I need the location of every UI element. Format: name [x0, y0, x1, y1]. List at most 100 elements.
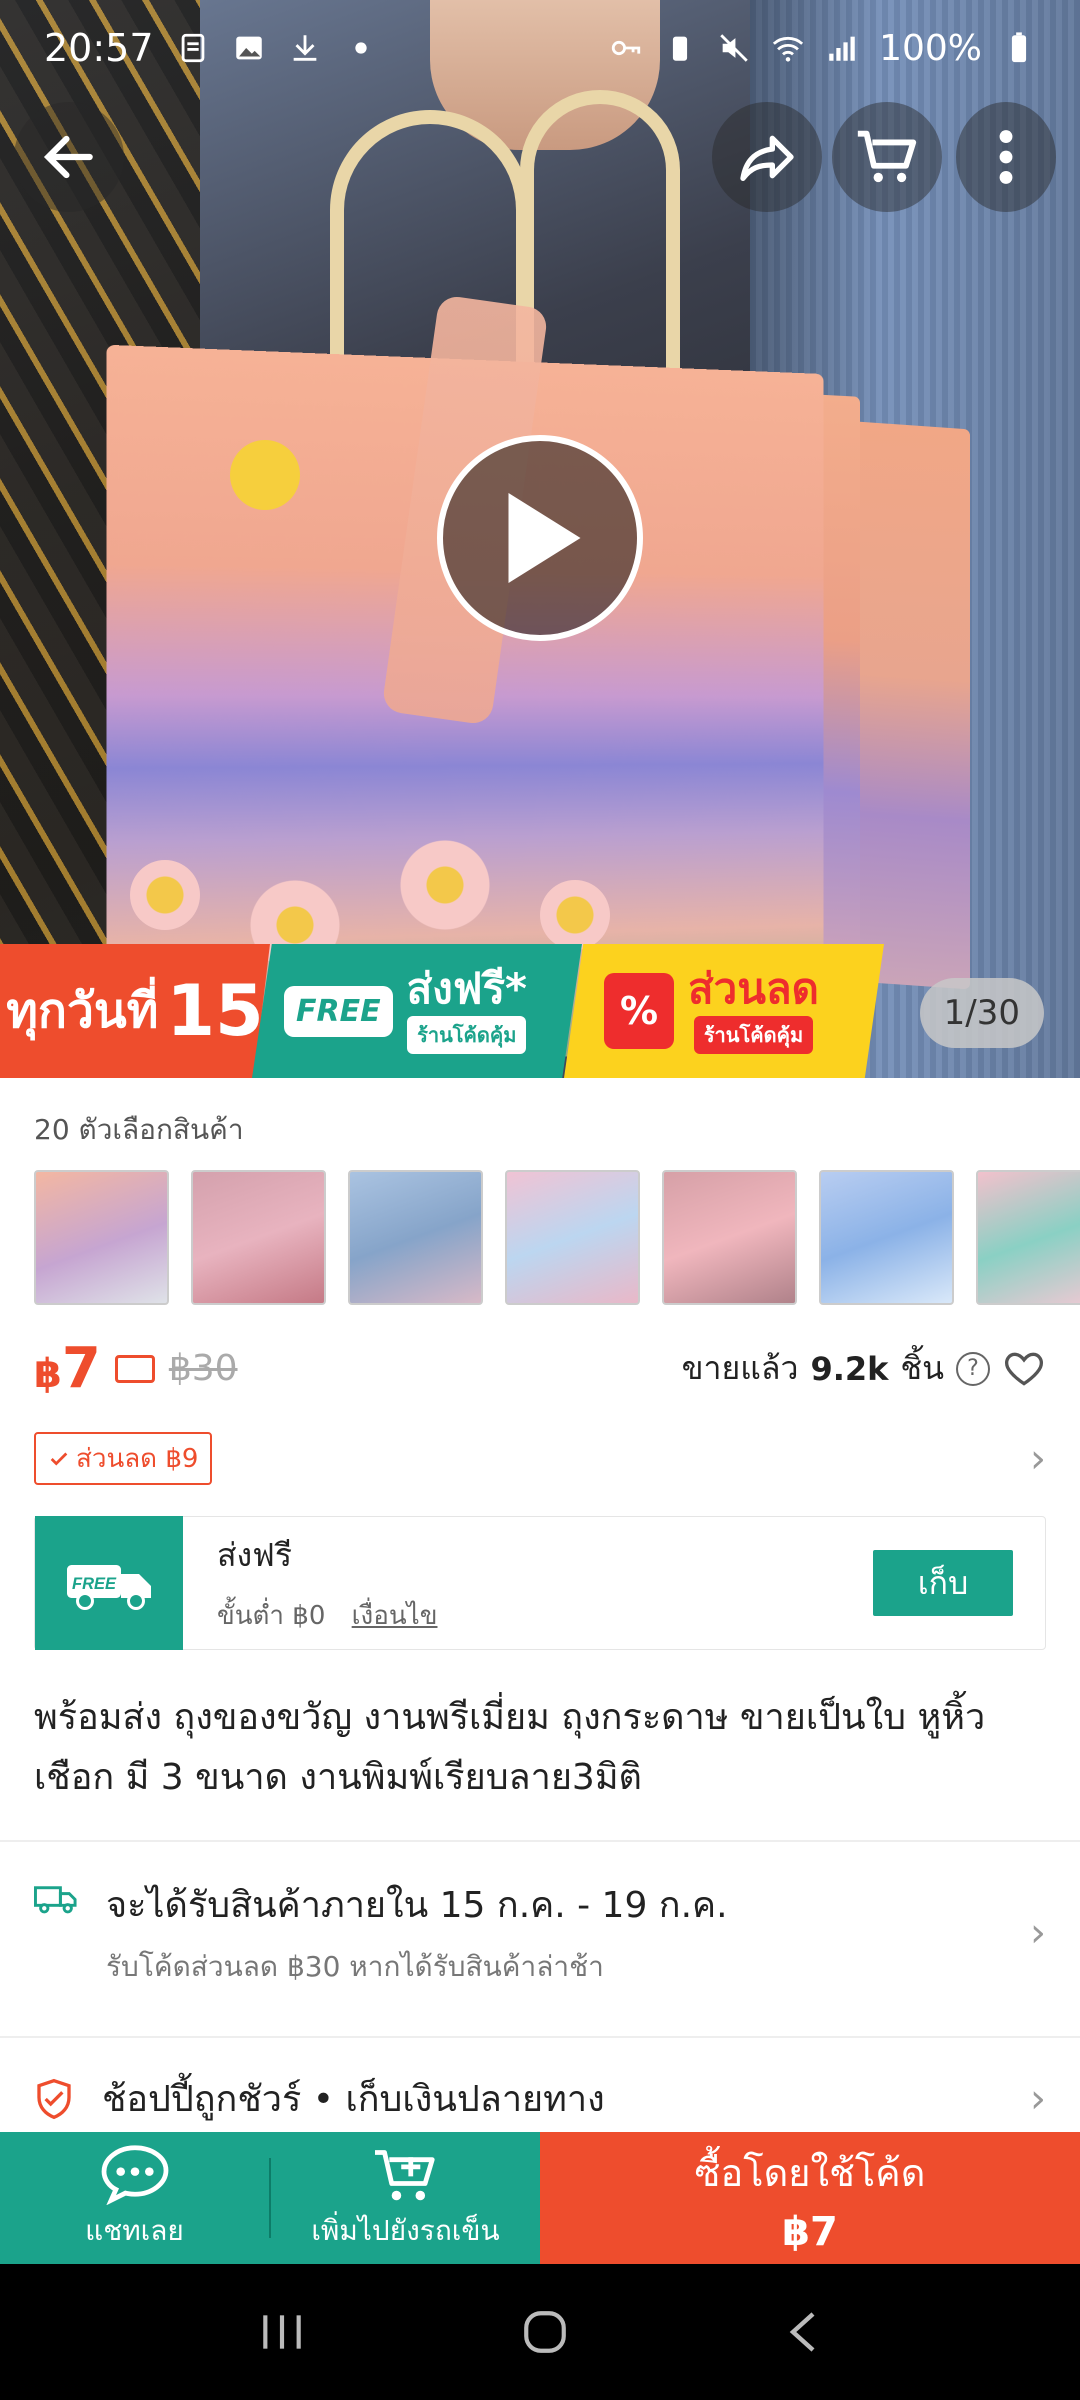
bag-flower: [540, 880, 610, 950]
sold-count: ขายแล้ว 9.2k ชิ้น ?: [682, 1343, 1046, 1394]
truck-icon: [34, 1880, 78, 1916]
bottom-action-bar: แชทเลย เพิ่มไปยังรถเข็น ซื้อโดยใช้โค้ด ฿…: [0, 2132, 1080, 2264]
voucher-details: ขั้นต่ำ ฿0 เงื่อนไข: [217, 1595, 437, 1636]
battery-icon: [1002, 31, 1036, 65]
sold-suffix: ชิ้น: [900, 1343, 944, 1394]
recent-apps-icon[interactable]: [257, 2310, 307, 2354]
shipping-voucher: FREE ส่งฟรี ขั้นต่ำ ฿0 เงื่อนไข เก็บ: [34, 1516, 1046, 1650]
more-options-button[interactable]: [956, 102, 1056, 212]
status-right-icons: 100%: [609, 28, 1036, 69]
voucher-text: ส่งฟรี ขั้นต่ำ ฿0 เงื่อนไข: [217, 1530, 437, 1636]
delivery-estimate: จะได้รับสินค้าภายใน 15 ก.ค. - 19 ก.ค.: [106, 1876, 728, 1933]
add-to-cart-label: เพิ่มไปยังรถเข็น: [311, 2209, 499, 2253]
promo-banner[interactable]: ทุกวันที่ 15 FREE ส่งฟรี* ร้านโค้ดคุ้ม %…: [0, 944, 1080, 1078]
voucher-min-spend: ขั้นต่ำ ฿0: [217, 1601, 325, 1631]
help-icon[interactable]: ?: [956, 1352, 990, 1386]
shipping-estimate-row[interactable]: จะได้รับสินค้าภายใน 15 ก.ค. - 19 ก.ค. รั…: [34, 1876, 1046, 1989]
promo-discount: % ส่วนลด ร้านโค้ดคุ้ม: [564, 944, 884, 1078]
promo-daily-number: 15: [166, 970, 263, 1052]
shipping-text: จะได้รับสินค้าภายใน 15 ก.ค. - 19 ก.ค. รั…: [106, 1876, 728, 1989]
product-title: พร้อมส่ง ถุงของขวัญ งานพรีเมี่ยม ถุงกระด…: [34, 1688, 1054, 1808]
dot-icon: [344, 31, 378, 65]
cart-button[interactable]: [832, 102, 942, 212]
arrow-left-icon: [38, 126, 100, 188]
chat-bubble-icon: [99, 2143, 171, 2205]
discount-tag: ส่วนลด ฿9: [34, 1432, 212, 1485]
shield-check-icon: [34, 2077, 74, 2121]
variant-thumbnail[interactable]: [976, 1170, 1080, 1305]
variant-thumbnail[interactable]: [348, 1170, 483, 1305]
play-video-button[interactable]: [437, 435, 643, 641]
status-bar: 20:57 100%: [0, 0, 1080, 96]
delivery-truck-icon: FREE: [64, 1553, 154, 1613]
buy-with-voucher-button[interactable]: ซื้อโดยใช้โค้ด ฿7: [540, 2132, 1080, 2264]
check-icon: [48, 1448, 70, 1470]
voucher-title: ส่งฟรี: [217, 1530, 437, 1581]
bag-flower: [130, 860, 200, 930]
add-to-cart-button[interactable]: เพิ่มไปยังรถเข็น: [271, 2132, 540, 2264]
late-delivery-voucher: รับโค้ดส่วนลด ฿30 หากได้รับสินค้าล่าช้า: [106, 1945, 728, 1989]
guarantee-row[interactable]: ช้อปปี้ถูกชัวร์ • เก็บเงินปลายทาง ›: [34, 2070, 1046, 2127]
price-row: ฿7 ฿30 ขายแล้ว 9.2k ชิ้น ?: [34, 1336, 1046, 1401]
share-arrow-icon: [735, 125, 799, 189]
chat-label: แชทเลย: [85, 2209, 184, 2253]
back-button[interactable]: [14, 102, 124, 212]
battery-saver-icon: [663, 31, 697, 65]
more-vertical-icon: [986, 122, 1026, 192]
heart-icon[interactable]: [1002, 1347, 1046, 1391]
price-currency: ฿: [34, 1351, 62, 1397]
promo-free-shipping: FREE ส่งฟรี* ร้านโค้ดคุ้ม: [252, 944, 582, 1078]
promo-daily-label: ทุกวันที่: [6, 973, 158, 1049]
status-left-icons: [176, 31, 378, 65]
voucher-free-label: FREE: [72, 1575, 117, 1593]
price-value: 7: [62, 1336, 101, 1401]
variant-count: 20 ตัวเลือกสินค้า: [34, 1108, 244, 1152]
bag-flower: [400, 840, 490, 930]
shop-discount-row[interactable]: ส่วนลด ฿9 ›: [34, 1432, 1046, 1485]
wifi-icon: [771, 31, 805, 65]
chevron-right-icon: ›: [1030, 1910, 1046, 1956]
guarantee-text: ช้อปปี้ถูกชัวร์ • เก็บเงินปลายทาง: [102, 2070, 605, 2127]
image-icon: [232, 31, 266, 65]
cart-plus-icon: [370, 2143, 442, 2205]
battery-percent: 100%: [879, 28, 982, 69]
free-shipping-badge: FREE: [284, 986, 393, 1037]
promo-daily-sale: ทุกวันที่ 15: [0, 944, 270, 1078]
image-counter: 1/30: [920, 978, 1044, 1048]
chevron-right-icon: ›: [1030, 2076, 1046, 2122]
home-icon[interactable]: [520, 2307, 570, 2357]
back-nav-icon[interactable]: [783, 2307, 823, 2357]
promo-free-sub: ร้านโค้ดคุ้ม: [407, 1016, 526, 1054]
current-price: ฿7: [34, 1336, 101, 1401]
chevron-right-icon: ›: [1030, 1436, 1046, 1482]
bag-sun-decoration: [230, 440, 300, 510]
mute-icon: [717, 31, 751, 65]
variant-thumbnails: [34, 1170, 1080, 1305]
share-button[interactable]: [712, 102, 822, 212]
divider: [0, 1840, 1080, 1842]
variant-thumbnail[interactable]: [191, 1170, 326, 1305]
percent-icon: %: [604, 973, 674, 1049]
promo-discount-title: ส่วนลด: [688, 968, 819, 1010]
promo-free-title: ส่งฟรี*: [407, 968, 527, 1010]
variant-thumbnail[interactable]: [34, 1170, 169, 1305]
voucher-badge: FREE: [35, 1516, 183, 1650]
divider: [0, 2036, 1080, 2038]
coupon-icon: [115, 1355, 155, 1383]
key-icon: [609, 31, 643, 65]
variant-thumbnail[interactable]: [662, 1170, 797, 1305]
download-icon: [288, 31, 322, 65]
product-media-gallery[interactable]: 20:57 100% ทุกวันที่ 15 FREE ส่งฟรี* ร้า…: [0, 0, 1080, 1078]
document-icon: [176, 31, 210, 65]
sold-prefix: ขายแล้ว: [682, 1343, 799, 1394]
chat-button[interactable]: แชทเลย: [0, 2132, 269, 2264]
play-icon: [495, 488, 585, 588]
original-price: ฿30: [169, 1348, 238, 1389]
collect-voucher-button[interactable]: เก็บ: [873, 1550, 1013, 1616]
promo-discount-sub: ร้านโค้ดคุ้ม: [694, 1016, 813, 1054]
voucher-terms-link[interactable]: เงื่อนไข: [352, 1601, 438, 1631]
variant-thumbnail[interactable]: [505, 1170, 640, 1305]
discount-tag-label: ส่วนลด ฿9: [76, 1438, 198, 1479]
variant-thumbnail[interactable]: [819, 1170, 954, 1305]
cart-icon: [852, 122, 922, 192]
